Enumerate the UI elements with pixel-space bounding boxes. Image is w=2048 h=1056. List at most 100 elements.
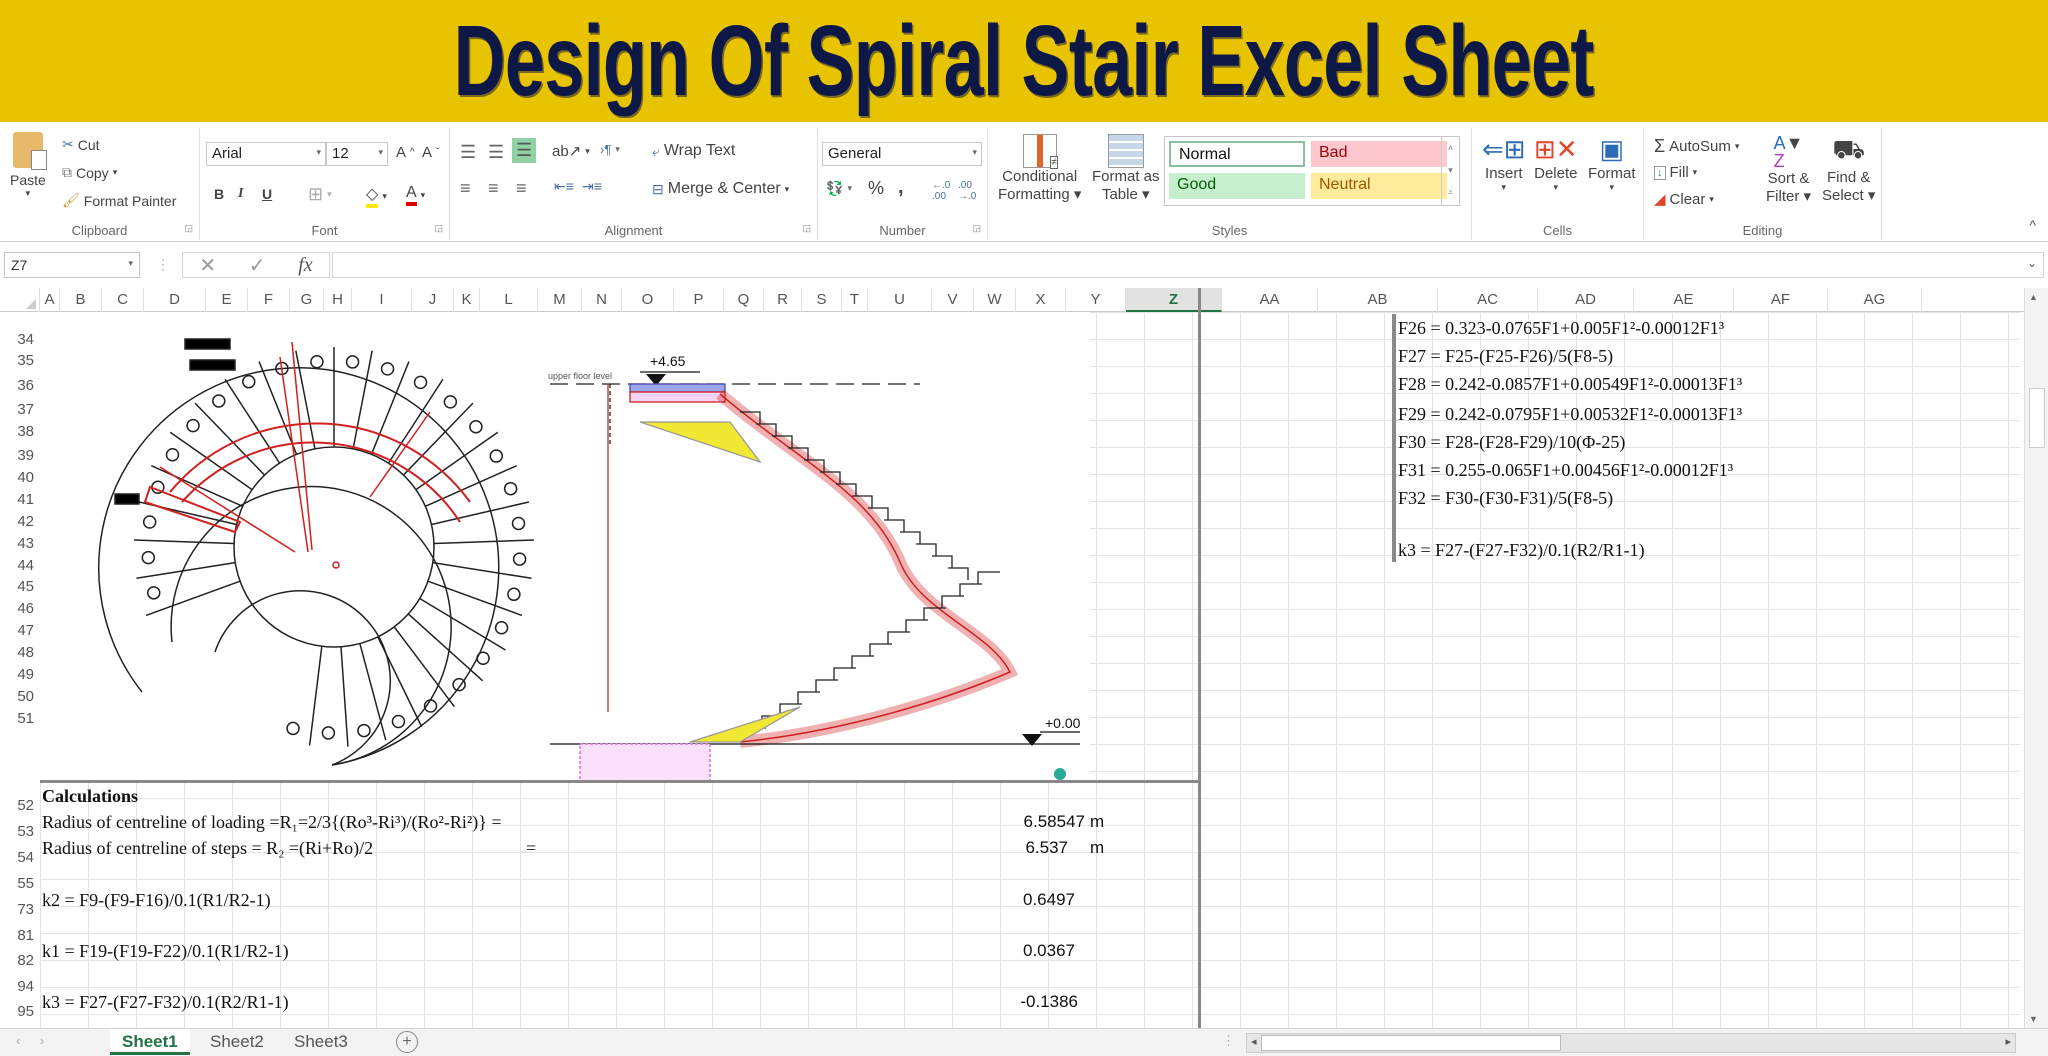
sheet-tab-sheet3[interactable]: Sheet3 — [282, 1029, 360, 1055]
column-header-x[interactable]: X — [1016, 288, 1066, 312]
copy-button[interactable]: ⧉ Copy ▾ — [62, 164, 117, 181]
increase-decimal-button[interactable]: ←.0.00 — [932, 180, 950, 202]
style-good[interactable]: Good — [1169, 173, 1305, 199]
column-header-v[interactable]: V — [932, 288, 974, 312]
scroll-down-icon[interactable]: ▼ — [2029, 1014, 2038, 1024]
vertical-scroll-thumb[interactable] — [2029, 388, 2045, 448]
column-header-o[interactable]: O — [622, 288, 674, 312]
style-bad[interactable]: Bad — [1311, 141, 1447, 167]
insert-button[interactable]: ⇐⊞ Insert ▾ — [1482, 134, 1526, 193]
row-header-55[interactable]: 55 — [0, 875, 38, 892]
column-header-e[interactable]: E — [206, 288, 248, 312]
middle-align-button[interactable]: ☰ — [488, 142, 504, 163]
row-header-44[interactable]: 44 — [0, 557, 38, 574]
cut-button[interactable]: ✂ Cut — [62, 136, 100, 153]
vertical-scrollbar[interactable]: ▲ ▼ — [2024, 288, 2048, 1028]
sort-filter-button[interactable]: A▼ Z Sort & Filter ▾ — [1766, 134, 1811, 205]
row-header-48[interactable]: 48 — [0, 644, 38, 661]
increase-indent-button[interactable]: ⇥≡ — [582, 178, 602, 195]
column-header-n[interactable]: N — [582, 288, 622, 312]
format-button[interactable]: ▣ Format ▾ — [1588, 134, 1636, 193]
font-color-button[interactable]: A ▾ — [406, 184, 425, 206]
row-header-49[interactable]: 49 — [0, 666, 38, 683]
orientation-button[interactable]: ab↗ ▾ — [552, 142, 590, 160]
column-header-h[interactable]: H — [324, 288, 352, 312]
add-sheet-button[interactable]: + — [396, 1031, 418, 1053]
fill-button[interactable]: ↓ Fill ▾ — [1654, 164, 1697, 181]
top-align-button[interactable]: ☰ — [460, 142, 476, 163]
select-all-corner[interactable] — [0, 288, 40, 312]
row-header-51[interactable]: 51 — [0, 710, 38, 727]
row-header-45[interactable]: 45 — [0, 578, 38, 595]
column-header-ae[interactable]: AE — [1634, 288, 1734, 312]
sheet-tab-sheet1[interactable]: Sheet1 — [110, 1029, 190, 1055]
row-header-81[interactable]: 81 — [0, 927, 38, 944]
column-header-i[interactable]: I — [352, 288, 412, 312]
column-header-f[interactable]: F — [248, 288, 290, 312]
row-header-34[interactable]: 34 — [0, 331, 38, 348]
row-header-52[interactable]: 52 — [0, 797, 38, 814]
expand-formula-icon[interactable]: ⌄ — [2027, 256, 2037, 270]
clipboard-launcher-icon[interactable]: ◲ — [184, 223, 193, 234]
font-size-select[interactable]: 12 ▾ — [326, 142, 388, 166]
row-header-39[interactable]: 39 — [0, 447, 38, 464]
alignment-launcher-icon[interactable]: ◲ — [802, 223, 811, 234]
number-format-select[interactable]: General ▾ — [822, 142, 982, 166]
formula-bar-grip[interactable]: ⋮ — [156, 256, 170, 273]
align-center-button[interactable]: ≡ — [488, 178, 499, 199]
align-left-button[interactable]: ≡ — [460, 178, 471, 199]
column-header-ac[interactable]: AC — [1438, 288, 1538, 312]
borders-button[interactable]: ⊞ ▾ — [308, 184, 332, 205]
scroll-up-icon[interactable]: ▲ — [2029, 292, 2038, 302]
column-header-g[interactable]: G — [290, 288, 324, 312]
autosum-button[interactable]: Σ AutoSum ▾ — [1654, 136, 1739, 157]
row-header-82[interactable]: 82 — [0, 952, 38, 969]
row-header-42[interactable]: 42 — [0, 513, 38, 530]
wrap-text-button[interactable]: ⤶ Wrap Text — [652, 142, 735, 160]
merge-center-button[interactable]: ⊟ Merge & Center ▾ — [652, 180, 789, 198]
name-box[interactable]: Z7 ▾ — [4, 252, 140, 278]
italic-button[interactable]: I — [238, 186, 243, 202]
column-header-af[interactable]: AF — [1734, 288, 1828, 312]
column-header-a[interactable]: A — [40, 288, 60, 312]
column-header-s[interactable]: S — [802, 288, 842, 312]
delete-button[interactable]: ⊞✕ Delete ▾ — [1534, 134, 1578, 193]
row-header-47[interactable]: 47 — [0, 622, 38, 639]
bottom-align-button[interactable]: ☰ — [512, 138, 537, 163]
number-launcher-icon[interactable]: ◲ — [972, 223, 981, 234]
font-name-select[interactable]: Arial ▾ — [206, 142, 326, 166]
enter-icon[interactable]: ✓ — [249, 253, 266, 278]
column-header-j[interactable]: J — [412, 288, 454, 312]
bold-button[interactable]: B — [214, 186, 224, 202]
style-normal[interactable]: Normal — [1169, 141, 1305, 167]
row-header-38[interactable]: 38 — [0, 423, 38, 440]
decrease-indent-button[interactable]: ⇤≡ — [554, 178, 574, 195]
cancel-icon[interactable]: ✕ — [199, 253, 216, 278]
formula-input[interactable]: ⌄ — [332, 252, 2044, 278]
column-header-r[interactable]: R — [764, 288, 802, 312]
row-header-35[interactable]: 35 — [0, 352, 38, 369]
clear-button[interactable]: ◢ Clear ▾ — [1654, 190, 1714, 209]
row-header-53[interactable]: 53 — [0, 823, 38, 840]
fill-color-button[interactable]: ◇ ▾ — [366, 184, 387, 208]
accounting-format-button[interactable]: 💱 ▾ — [826, 180, 852, 197]
horizontal-scrollbar[interactable]: ◂ ▸ — [1246, 1033, 2016, 1053]
row-header-41[interactable]: 41 — [0, 491, 38, 508]
scroll-right-icon[interactable]: ▸ — [2005, 1035, 2011, 1048]
row-header-95[interactable]: 95 — [0, 1003, 38, 1020]
row-header-43[interactable]: 43 — [0, 535, 38, 552]
column-header-aa[interactable]: AA — [1222, 288, 1318, 312]
column-header-d[interactable]: D — [144, 288, 206, 312]
style-gallery-scroll[interactable]: ˄ ▾ ⩡ — [1441, 137, 1459, 205]
next-sheet-icon[interactable]: › — [40, 1033, 44, 1048]
row-header-40[interactable]: 40 — [0, 469, 38, 486]
column-header-p[interactable]: P — [674, 288, 724, 312]
column-header-l[interactable]: L — [480, 288, 538, 312]
tab-split-grip[interactable]: ⋮ — [1222, 1033, 1235, 1049]
font-launcher-icon[interactable]: ◲ — [434, 223, 443, 234]
sheet-tab-sheet2[interactable]: Sheet2 — [198, 1029, 276, 1055]
percent-button[interactable]: % — [868, 178, 884, 199]
horizontal-scroll-thumb[interactable] — [1261, 1035, 1561, 1051]
column-header-m[interactable]: M — [538, 288, 582, 312]
column-header-ab[interactable]: AB — [1318, 288, 1438, 312]
